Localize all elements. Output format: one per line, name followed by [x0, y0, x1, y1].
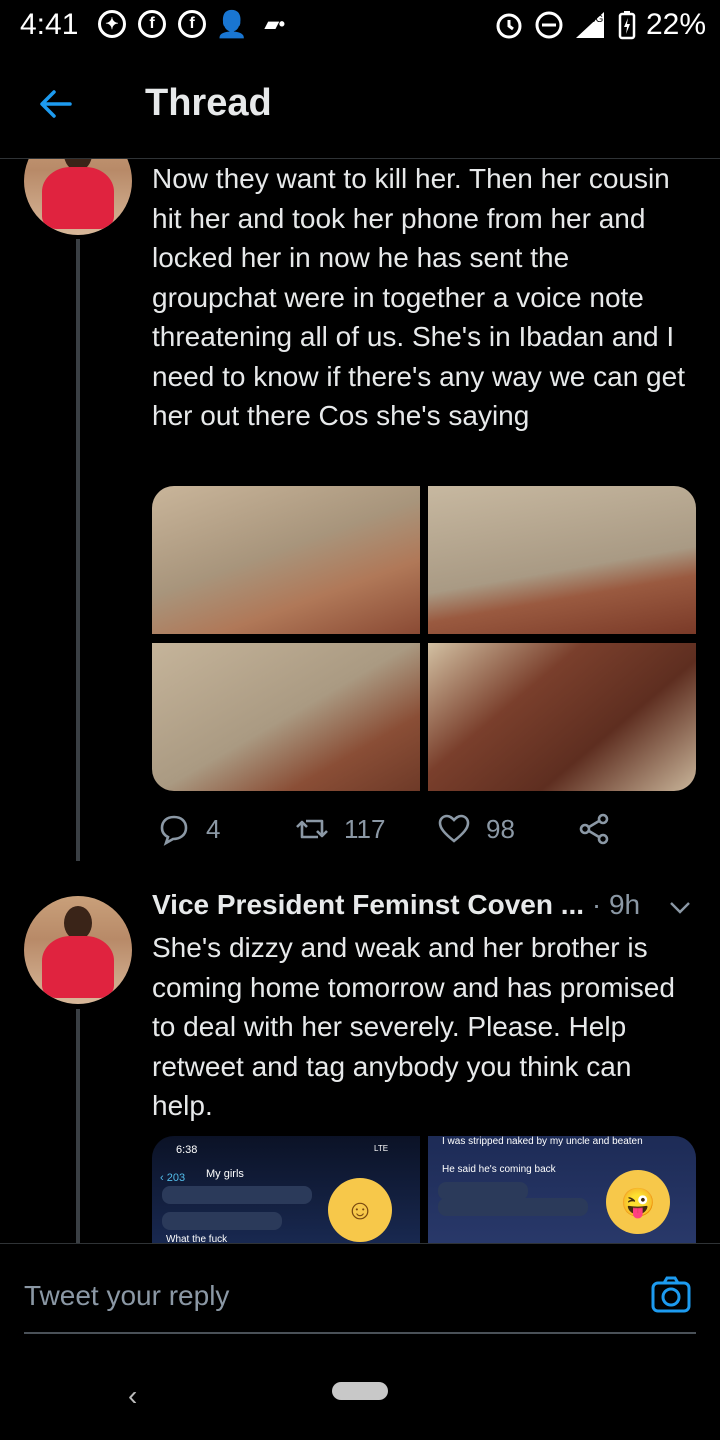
screenshot-top-text: I was stripped naked by my uncle and bea…: [442, 1136, 643, 1147]
notification-icons: ✦ f f 👤 ▰•: [98, 8, 292, 39]
status-right: 3G 22%: [494, 8, 706, 42]
status-time: 4:41: [20, 8, 79, 41]
tweet-text: She's dizzy and weak and her brother is …: [152, 932, 675, 1121]
share-icon: [579, 813, 609, 845]
signal-icon: 3G: [575, 12, 604, 38]
share-button[interactable]: [576, 811, 612, 847]
reply-input[interactable]: Tweet your reply: [24, 1280, 229, 1312]
nav-home-pill[interactable]: [332, 1382, 388, 1400]
arrow-left-icon[interactable]: [36, 84, 76, 124]
like-count: 98: [486, 813, 515, 844]
thread-header: Thread: [0, 52, 720, 159]
reply-bar: Tweet your reply: [0, 1243, 720, 1344]
thread-connector: [76, 239, 80, 861]
screenshot-message: What the fuck: [166, 1234, 228, 1243]
retweet-button[interactable]: 117: [294, 811, 385, 847]
dots-icon: ▰•: [264, 13, 286, 34]
media-grid: 6:38 LTE ‹ 203 My girls What the fuck ☺ …: [152, 1136, 696, 1243]
photo-2[interactable]: [428, 486, 696, 634]
photo-4[interactable]: [428, 643, 696, 791]
chevron-down-icon[interactable]: [666, 893, 694, 921]
screenshot-message: He said he's coming back: [442, 1164, 556, 1175]
avatar[interactable]: [24, 159, 132, 235]
battery-icon: [618, 11, 636, 40]
page-title: Thread: [145, 82, 272, 124]
thread-feed[interactable]: Now they want to kill her. Then her cous…: [0, 159, 720, 1243]
reply-underline: [24, 1332, 696, 1334]
retweet-count: 117: [344, 813, 386, 844]
screenshot-time: 6:38: [176, 1144, 198, 1156]
screenshot-chat-name: My girls: [206, 1168, 244, 1180]
system-nav-bar: ‹: [0, 1344, 720, 1440]
reply-icon: [160, 815, 188, 846]
screenshot-back: ‹ 203: [160, 1172, 186, 1184]
winking-tongue-emoji-icon: 😜: [606, 1170, 670, 1234]
photo-1[interactable]: [152, 486, 420, 634]
tweet-text: Now they want to kill her. Then her cous…: [152, 163, 685, 431]
screenshot-lte: LTE: [374, 1144, 389, 1153]
smiling-emoji-icon: ☺: [328, 1178, 392, 1242]
do-not-disturb-icon: [535, 11, 563, 39]
retweet-icon: [296, 819, 328, 839]
reply-count: 4: [206, 813, 221, 844]
battery-percent: 22%: [645, 8, 706, 41]
thread-connector: [76, 1009, 80, 1243]
facebook-icon: f: [178, 10, 206, 38]
camera-icon[interactable]: [650, 1274, 692, 1316]
facebook-icon: f: [138, 10, 166, 38]
add-person-icon: 👤: [215, 8, 249, 39]
tweet-header: Vice President Feminst Coven ... · 9h: [152, 889, 712, 929]
tweet-actions: 4 117 98: [152, 811, 672, 851]
photo-3[interactable]: [152, 643, 420, 791]
nav-back-icon[interactable]: ‹: [128, 1380, 137, 1412]
author-name[interactable]: Vice President Feminst Coven ...: [152, 889, 584, 920]
heart-icon: [438, 814, 470, 843]
avatar[interactable]: [24, 896, 132, 1004]
chat-screenshot-2[interactable]: I was stripped naked by my uncle and bea…: [428, 1136, 696, 1243]
chat-screenshot-1[interactable]: 6:38 LTE ‹ 203 My girls What the fuck ☺: [152, 1136, 420, 1243]
messenger-icon: ✦: [98, 10, 126, 38]
tweet-time: · 9h: [591, 889, 641, 920]
reply-button[interactable]: 4: [156, 811, 220, 847]
media-grid: [152, 486, 696, 791]
network-label: 3G: [590, 14, 604, 25]
like-button[interactable]: 98: [436, 811, 515, 847]
status-bar: 4:41 ✦ f f 👤 ▰• 3G 22%: [0, 0, 720, 50]
alarm-icon: [496, 13, 522, 39]
